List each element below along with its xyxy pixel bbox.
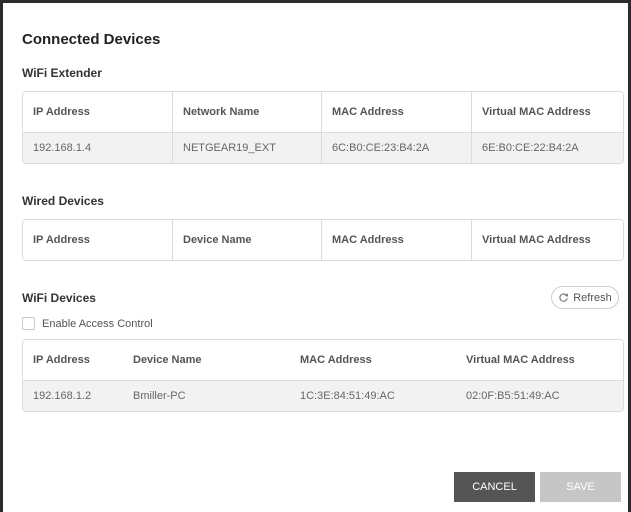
access-control-row: Enable Access Control [22, 317, 153, 330]
access-control-checkbox[interactable] [22, 317, 35, 330]
table-header-row: IP Address Device Name MAC Address Virtu… [23, 220, 623, 260]
table-header-row: IP Address Network Name MAC Address Virt… [23, 92, 623, 132]
table-row: 192.168.1.4 NETGEAR19_EXT 6C:B0:CE:23:B4… [23, 132, 623, 163]
column-header: Virtual MAC Address [456, 340, 623, 380]
access-control-label: Enable Access Control [42, 317, 153, 330]
network-name-cell: NETGEAR19_EXT [173, 132, 322, 163]
cancel-button[interactable]: CANCEL [454, 472, 535, 502]
virtual-mac-address-cell: 02:0F:B5:51:49:AC [456, 380, 623, 411]
ip-address-cell: 192.168.1.4 [23, 132, 173, 163]
refresh-icon [559, 293, 569, 302]
refresh-button[interactable]: Refresh [551, 286, 619, 309]
page-title: Connected Devices [22, 31, 161, 48]
wifi-devices-heading: WiFi Devices [22, 291, 96, 305]
wifi-devices-table: IP Address Device Name MAC Address Virtu… [22, 339, 624, 412]
column-header: Virtual MAC Address [472, 92, 623, 132]
column-header: Device Name [123, 340, 290, 380]
column-header: MAC Address [290, 340, 456, 380]
column-header: Device Name [173, 220, 322, 260]
wifi-extender-heading: WiFi Extender [22, 66, 102, 80]
column-header: IP Address [23, 220, 173, 260]
mac-address-cell: 6C:B0:CE:23:B4:2A [322, 132, 472, 163]
virtual-mac-address-cell: 6E:B0:CE:22:B4:2A [472, 132, 623, 163]
column-header: MAC Address [322, 92, 472, 132]
mac-address-cell: 1C:3E:84:51:49:AC [290, 380, 456, 411]
refresh-label: Refresh [573, 291, 612, 304]
save-button[interactable]: SAVE [540, 472, 621, 502]
wifi-extender-table: IP Address Network Name MAC Address Virt… [22, 91, 624, 164]
table-row: 192.168.1.2 Bmiller-PC 1C:3E:84:51:49:AC… [23, 380, 623, 411]
ip-address-cell: 192.168.1.2 [23, 380, 123, 411]
wired-devices-table: IP Address Device Name MAC Address Virtu… [22, 219, 624, 261]
column-header: IP Address [23, 340, 123, 380]
table-header-row: IP Address Device Name MAC Address Virtu… [23, 340, 623, 380]
column-header: IP Address [23, 92, 173, 132]
window-frame-top [0, 0, 631, 3]
device-name-cell: Bmiller-PC [123, 380, 290, 411]
column-header: Virtual MAC Address [472, 220, 623, 260]
column-header: Network Name [173, 92, 322, 132]
wired-devices-heading: Wired Devices [22, 194, 104, 208]
window-frame-left [0, 0, 3, 512]
column-header: MAC Address [322, 220, 472, 260]
